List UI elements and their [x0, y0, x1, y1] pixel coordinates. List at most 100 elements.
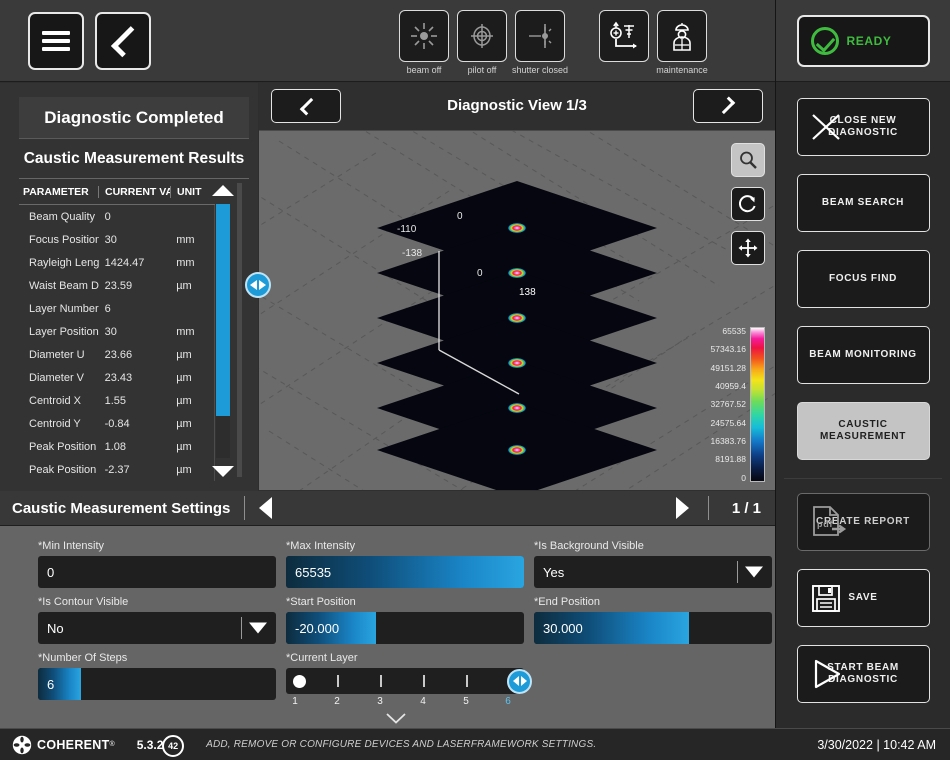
cell-value: 30 — [104, 325, 117, 338]
hamburger-icon — [42, 27, 70, 55]
chevron-down-icon[interactable] — [386, 713, 406, 724]
sidebar-item-caustic-measurement[interactable]: CAUSTIC MEASUREMENT — [796, 402, 930, 460]
pan-tool-button[interactable] — [731, 231, 765, 265]
panel-splitter-handle[interactable] — [245, 272, 271, 298]
table-row[interactable]: Layer Number 6 — [19, 297, 214, 320]
axis-calibration-icon-box[interactable] — [599, 10, 649, 62]
beam-caustic-3d-viewport[interactable]: -110 0 -138 0 138 65535 57343.16 49151.2… — [259, 131, 775, 490]
table-row[interactable]: Centroid X 1.55 µm — [19, 389, 214, 412]
status-badge[interactable]: READY — [796, 14, 930, 67]
table-header-row: PARAMETER CURRENT VALU UNIT — [19, 179, 215, 205]
cell-value: 1.55 — [104, 394, 127, 407]
cell-value: 1.08 — [104, 440, 127, 453]
settings-prev-button[interactable] — [259, 497, 273, 519]
axis-label-x-origin: -138 — [402, 248, 423, 259]
current-layer-slider[interactable] — [286, 668, 532, 694]
status-maintenance[interactable]: maintenance — [656, 10, 708, 75]
cell-parameter: Layer Position — [29, 325, 99, 338]
status-axis-calibration[interactable] — [598, 10, 650, 65]
table-row[interactable]: Focus Position 30 mm — [19, 228, 214, 251]
axis-label-x-mid: 0 — [477, 268, 483, 279]
start-position-input[interactable]: -20.000 — [286, 612, 524, 644]
table-scrollbar[interactable] — [210, 179, 236, 481]
slider-handle[interactable] — [507, 668, 532, 694]
settings-title: Caustic Measurement Settings — [12, 499, 231, 517]
brand-name: COHERENT — [37, 737, 110, 752]
max-intensity-input[interactable]: 65535 — [286, 556, 524, 588]
status-pilot[interactable]: pilot off — [456, 10, 508, 75]
is-background-visible-select[interactable]: Yes — [534, 556, 772, 588]
status-shutter[interactable]: shutter closed — [512, 10, 568, 75]
sidebar-item-beam-monitoring[interactable]: BEAM MONITORING — [796, 326, 930, 384]
close-x-icon — [811, 114, 840, 140]
field-value: Yes — [543, 564, 565, 580]
maintenance-icon-box[interactable] — [657, 10, 707, 62]
table-row[interactable]: Diameter U 23.66 µm — [19, 343, 214, 366]
next-view-button[interactable] — [693, 89, 763, 123]
trademark-mark: ® — [109, 741, 115, 748]
version-badge: 42 — [162, 734, 185, 757]
min-intensity-input[interactable]: 0 — [38, 556, 276, 588]
magnifier-icon — [740, 151, 757, 169]
table-row[interactable]: Peak Position Y -2.37 µm — [19, 458, 214, 481]
table-row[interactable]: Beam Quality Fà 0 — [19, 205, 214, 228]
rotate-tool-button[interactable] — [731, 187, 765, 221]
scroll-thumb[interactable] — [216, 204, 230, 416]
back-button[interactable] — [95, 12, 151, 70]
sidebar-divider — [784, 478, 942, 479]
sidebar-item-focus-find[interactable]: FOCUS FIND — [796, 250, 930, 308]
cell-value: 23.43 — [104, 371, 133, 384]
shutter-icon-box[interactable] — [515, 10, 565, 62]
status-beam[interactable]: beam off — [398, 10, 450, 75]
coherent-logo-icon — [12, 735, 32, 754]
play-triangle-icon — [814, 659, 840, 689]
slider-min-dot[interactable] — [293, 674, 306, 688]
status-beam-label: beam off — [406, 65, 442, 75]
status-icon-group: beam off pilot off shutter closed mainte… — [398, 10, 708, 75]
scroll-up-icon[interactable] — [212, 185, 234, 196]
cell-value: 23.66 — [104, 348, 133, 361]
cell-value: -2.37 — [104, 463, 130, 476]
arrow-right-icon — [259, 280, 266, 290]
slider-tick-label: 3 — [377, 696, 383, 707]
table-row[interactable]: Diameter V 23.43 µm — [19, 366, 214, 389]
settings-next-button[interactable] — [676, 497, 689, 519]
table-row[interactable]: Waist Beam Dia 23.59 µm — [19, 274, 214, 297]
sidebar-item-start-beam-diagnostic[interactable]: START BEAM DIAGNOSTIC — [796, 645, 930, 703]
sidebar-item-close-new-diagnostic[interactable]: CLOSE NEW DIAGNOSTIC — [796, 98, 930, 156]
colorbar-tick-label: 49151.28 — [710, 362, 746, 373]
menu-button[interactable] — [28, 12, 84, 70]
table-row[interactable]: Centroid Y -0.84 µm — [19, 412, 214, 435]
sidebar-item-beam-search[interactable]: BEAM SEARCH — [796, 174, 930, 232]
pilot-icon-box[interactable] — [457, 10, 507, 62]
cell-unit: µm — [176, 417, 192, 430]
field-label: *End Position — [534, 596, 601, 608]
results-table: PARAMETER CURRENT VALU UNIT Beam Quality… — [19, 179, 242, 481]
scroll-track[interactable] — [216, 204, 230, 458]
number-of-steps-input[interactable]: 6 — [38, 668, 276, 700]
table-row[interactable]: Peak Position X 1.08 µm — [19, 435, 214, 458]
scroll-down-icon[interactable] — [212, 466, 234, 477]
time-text: 10:42 AM — [883, 737, 936, 752]
arrow-right-icon — [520, 676, 527, 686]
sidebar-item-save[interactable]: SAVE — [796, 569, 930, 627]
table-body[interactable]: Beam Quality Fà0Focus Position30mmRaylei… — [19, 205, 215, 481]
chevron-down-icon — [249, 622, 267, 634]
sidebar-item-label: BEAM SEARCH — [821, 196, 905, 208]
table-row[interactable]: Layer Position 30 mm — [19, 320, 214, 343]
slider-tick-labels: 1 2 3 4 5 6 — [286, 696, 524, 710]
cell-unit: mm — [176, 256, 195, 269]
end-position-input[interactable]: 30.000 — [534, 612, 772, 644]
cell-value: 23.59 — [104, 279, 133, 292]
sidebar-item-label: FOCUS FIND — [828, 272, 898, 284]
status-pilot-label: pilot off — [467, 65, 497, 75]
settings-header: Caustic Measurement Settings 1 / 1 — [0, 491, 775, 526]
beam-icon-box[interactable] — [399, 10, 449, 62]
sidebar-item-create-report[interactable]: pdf CREATE REPORT — [796, 493, 930, 551]
status-maintenance-label: maintenance — [656, 65, 708, 75]
zoom-tool-button[interactable] — [731, 143, 765, 177]
is-contour-visible-select[interactable]: No — [38, 612, 276, 644]
table-row[interactable]: Rayleigh Length 1424.47 mm — [19, 251, 214, 274]
colorbar-tick-label: 40959.4 — [715, 380, 746, 391]
axis-label-x-end: 138 — [519, 287, 536, 298]
